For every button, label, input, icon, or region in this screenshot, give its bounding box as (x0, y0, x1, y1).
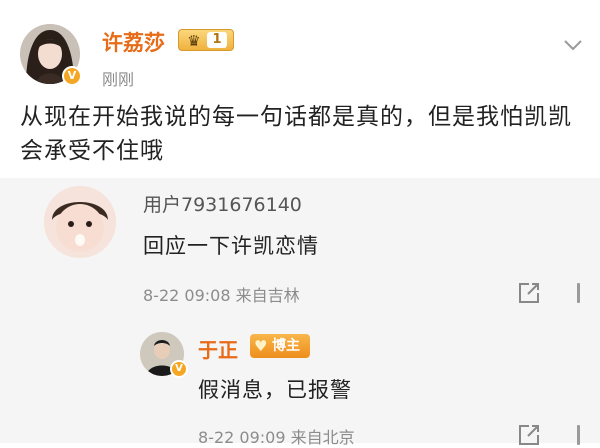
post-time: 刚刚 (102, 70, 135, 89)
blogger-badge: ♥ 博主 (250, 334, 310, 358)
reply-author-name[interactable]: 于正 (198, 334, 238, 363)
share-icon[interactable] (516, 280, 542, 306)
level-number: 1 (207, 32, 227, 48)
crown-icon: ♛ (187, 32, 201, 50)
verified-v-icon: V (170, 360, 188, 378)
chevron-down-icon[interactable] (563, 38, 583, 52)
more-options-icon[interactable] (577, 425, 580, 445)
commenter-username[interactable]: 用户7931676140 (143, 190, 302, 217)
reply-text: 假消息，已报警 (198, 378, 352, 402)
level-badge[interactable]: ♛ 1 (178, 29, 234, 51)
blogger-badge-label: 博主 (272, 338, 300, 354)
post-author-name[interactable]: 许荔莎 (102, 27, 165, 57)
more-options-icon[interactable] (577, 283, 580, 303)
share-icon[interactable] (516, 422, 542, 448)
commenter-avatar[interactable] (44, 186, 116, 258)
post-body-text: 从现在开始我说的每一句话都是真的，但是我怕凯凯会承受不住哦 (20, 104, 572, 164)
comment-meta: 8-22 09:08 来自吉林 (143, 286, 300, 305)
verified-v-icon: V (62, 66, 82, 86)
reply-meta: 8-22 09:09 来自北京 (198, 428, 355, 447)
avatar-image (44, 186, 116, 258)
heart-icon: ♥ (254, 337, 268, 355)
comment-text: 回应一下许凯恋情 (143, 234, 319, 258)
